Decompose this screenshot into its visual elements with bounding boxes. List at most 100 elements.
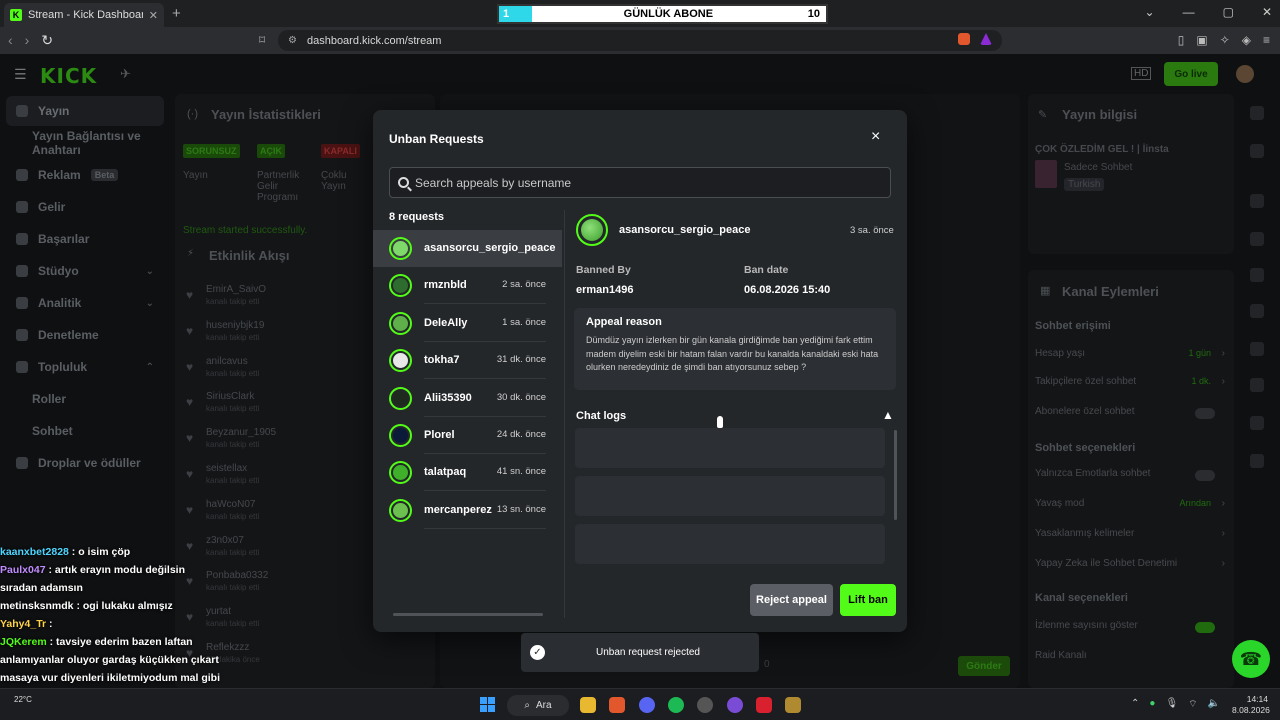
weather-temp[interactable]: 22°C bbox=[14, 695, 32, 704]
sidebar-item[interactable]: Denetleme bbox=[6, 320, 164, 350]
setting-toggle[interactable] bbox=[1195, 408, 1215, 419]
new-tab-button[interactable]: + bbox=[172, 5, 181, 22]
mod-icon[interactable] bbox=[1250, 194, 1264, 208]
activity-user[interactable]: Beyzanur_1905 bbox=[206, 427, 276, 438]
setting-row[interactable]: Abonelere özel sohbet bbox=[1035, 406, 1225, 424]
back-icon[interactable]: ‹ bbox=[8, 32, 13, 49]
lift-ban-button[interactable]: Lift ban bbox=[840, 584, 896, 616]
sidebar-icon[interactable]: ▯ bbox=[1178, 33, 1185, 47]
activity-user[interactable]: seistellax bbox=[206, 463, 247, 474]
sidebar-item[interactable]: Gelir bbox=[6, 192, 164, 222]
chevron-up-icon[interactable]: ⌃ bbox=[1131, 698, 1139, 711]
close-tab-icon[interactable]: ✕ bbox=[149, 9, 158, 22]
raid-channel-row[interactable]: Raid Kanalı bbox=[1035, 650, 1225, 668]
avatar[interactable] bbox=[1236, 65, 1254, 83]
setting-row[interactable]: Yalnızca Emotlarla sohbet bbox=[1035, 468, 1225, 486]
sidebar-item[interactable]: Analitik ⌄ bbox=[6, 288, 164, 318]
show-viewers-row[interactable]: İzlenme sayısını göster bbox=[1035, 620, 1225, 638]
forward-icon[interactable]: › bbox=[25, 32, 30, 49]
sidebar-item[interactable]: Başarılar bbox=[6, 224, 164, 254]
reject-appeal-button[interactable]: Reject appeal bbox=[750, 584, 833, 616]
steam-icon[interactable] bbox=[697, 697, 713, 713]
close-window-icon[interactable]: ✕ bbox=[1262, 5, 1272, 19]
chat-icon[interactable] bbox=[1250, 304, 1264, 318]
taskbar-search[interactable]: ⌕ Ara bbox=[507, 695, 569, 716]
edit-icon[interactable] bbox=[1250, 144, 1264, 158]
request-item[interactable]: asansorcu_sergio_peace bbox=[373, 230, 562, 267]
riot-icon[interactable] bbox=[756, 697, 772, 713]
file-explorer-icon[interactable] bbox=[580, 697, 596, 713]
setting-toggle[interactable] bbox=[1195, 470, 1215, 481]
leo-ai-icon[interactable]: ✧ bbox=[1220, 33, 1230, 47]
activity-user[interactable]: SiriusClark bbox=[206, 391, 254, 402]
horizontal-scrollbar[interactable] bbox=[393, 613, 543, 616]
sidebar-item[interactable]: Roller bbox=[6, 384, 164, 414]
windows-start-icon[interactable] bbox=[480, 697, 495, 712]
app-icon[interactable] bbox=[727, 697, 743, 713]
activity-user[interactable]: anilcavus bbox=[206, 356, 248, 367]
volume-icon[interactable]: 🔈 bbox=[1208, 698, 1220, 711]
info-icon[interactable] bbox=[1250, 106, 1264, 120]
brave-icon[interactable] bbox=[609, 697, 625, 713]
maximize-icon[interactable]: ▢ bbox=[1223, 5, 1234, 19]
tray-app-icon[interactable]: ● bbox=[1149, 698, 1155, 711]
sidebar-item[interactable]: Yayın bbox=[6, 96, 164, 126]
clipboard-icon[interactable] bbox=[1250, 268, 1264, 282]
reload-icon[interactable]: ↻ bbox=[41, 32, 53, 49]
setting-row[interactable]: Yapay Zeka ile Sohbet Denetimi › bbox=[1035, 558, 1225, 576]
show-viewers-toggle[interactable] bbox=[1195, 622, 1215, 633]
layers-icon[interactable] bbox=[1250, 378, 1264, 392]
activity-user[interactable]: EmirA_SaivO bbox=[206, 284, 266, 295]
minimize-icon[interactable]: — bbox=[1183, 5, 1195, 19]
activity-user[interactable]: huseniybjk19 bbox=[206, 320, 264, 331]
sidebar-item[interactable]: Stüdyo ⌄ bbox=[6, 256, 164, 286]
hamburger-icon[interactable]: ☰ bbox=[14, 66, 27, 83]
support-chat-icon[interactable]: ☎ bbox=[1232, 640, 1270, 678]
request-item[interactable]: DeleAlly 1 sa. önce bbox=[373, 305, 562, 342]
apps-icon[interactable] bbox=[1250, 454, 1264, 468]
request-item[interactable]: mercanperez 13 sn. önce bbox=[373, 492, 562, 529]
sidebar-item[interactable]: Sohbet bbox=[6, 416, 164, 446]
go-live-button[interactable]: Go live bbox=[1164, 62, 1218, 86]
setting-row[interactable]: Yasaklanmış kelimeler › bbox=[1035, 528, 1225, 546]
close-modal-button[interactable]: × bbox=[871, 128, 880, 146]
microphone-icon[interactable]: 🎙 bbox=[1165, 698, 1178, 711]
kick-logo[interactable]: KICK bbox=[40, 64, 97, 88]
bolt-icon[interactable] bbox=[1250, 232, 1264, 246]
browser-tab[interactable]: K Stream - Kick Dashboard ✕ bbox=[4, 3, 164, 27]
sidebar-item[interactable]: Yayın Bağlantısı ve Anahtarı bbox=[6, 128, 164, 158]
search-box[interactable] bbox=[389, 167, 891, 198]
pin-icon[interactable]: ✈ bbox=[120, 66, 131, 82]
broadcast-icon[interactable] bbox=[1250, 342, 1264, 356]
chevron-up-icon[interactable]: ▲ bbox=[882, 408, 894, 422]
request-item[interactable]: tokha7 31 dk. önce bbox=[373, 342, 562, 380]
wifi-icon[interactable]: ⌔ bbox=[1188, 698, 1197, 711]
discord-icon[interactable] bbox=[639, 697, 655, 713]
menu-icon[interactable]: ≡ bbox=[1263, 33, 1270, 47]
tool-icon[interactable] bbox=[1250, 416, 1264, 430]
league-icon[interactable] bbox=[785, 697, 801, 713]
setting-row[interactable]: Hesap yaşı 1 gün › bbox=[1035, 348, 1225, 366]
detail-username[interactable]: asansorcu_sergio_peace bbox=[619, 224, 750, 236]
sidebar-item[interactable]: Reklam Beta bbox=[6, 160, 164, 190]
request-item[interactable]: rmznbld 2 sa. önce bbox=[373, 267, 562, 305]
bookmark-icon[interactable]: ⌑ bbox=[259, 33, 265, 47]
activity-user[interactable]: haWcoN07 bbox=[206, 499, 255, 510]
spotify-icon[interactable] bbox=[668, 697, 684, 713]
vpn-icon[interactable]: ◈ bbox=[1242, 33, 1251, 47]
brave-rewards-icon[interactable] bbox=[980, 33, 992, 45]
clock[interactable]: 14:14 8.08.2026 bbox=[1232, 694, 1270, 716]
sidebar-item[interactable]: Droplar ve ödüller bbox=[6, 448, 164, 478]
setting-row[interactable]: Yavaş mod Arından › bbox=[1035, 498, 1225, 516]
send-button[interactable]: Gönder bbox=[958, 656, 1010, 676]
search-input[interactable] bbox=[415, 175, 890, 190]
brave-shield-icon[interactable] bbox=[958, 33, 970, 45]
hdr-icon[interactable]: HD bbox=[1131, 67, 1152, 80]
address-bar[interactable]: ⚙ dashboard.kick.com/stream bbox=[278, 30, 1002, 51]
setting-row[interactable]: Takipçilere özel sohbet 1 dk. › bbox=[1035, 376, 1225, 394]
chat-log-scrollbar[interactable] bbox=[894, 430, 897, 520]
site-info-icon[interactable]: ⚙ bbox=[288, 35, 297, 46]
wallet-icon[interactable]: ▣ bbox=[1196, 33, 1207, 47]
sidebar-item[interactable]: Topluluk ⌃ bbox=[6, 352, 164, 382]
request-item[interactable]: Plorel 24 dk. önce bbox=[373, 417, 562, 454]
